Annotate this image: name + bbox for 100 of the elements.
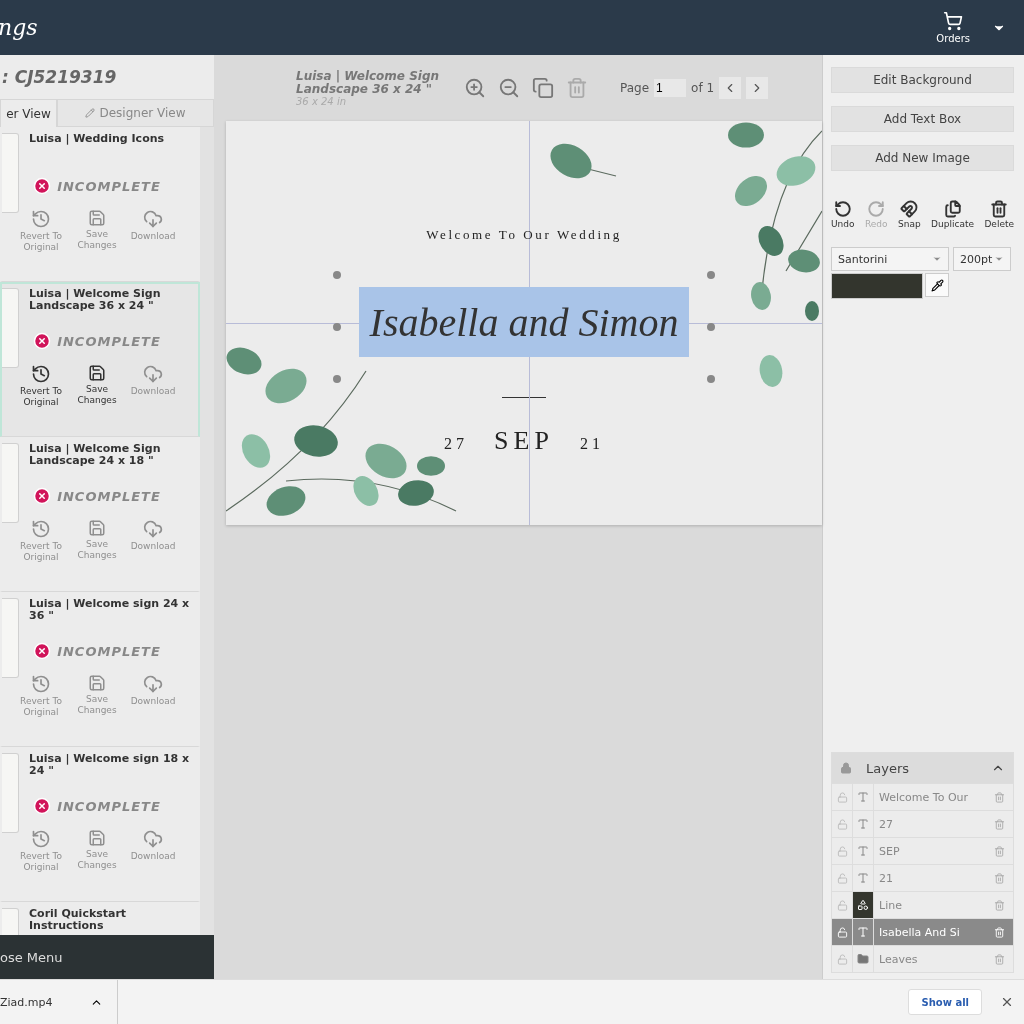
cart-icon [943,11,964,31]
status-label: INCOMPLETE [2,332,192,350]
error-icon [33,177,52,195]
trash-icon [990,200,1009,218]
next-page-button[interactable] [746,77,769,99]
color-swatch[interactable] [831,273,923,299]
product-title: Luisa | Welcome sign 18 x 24 " [29,753,191,779]
undo-icon [833,200,852,218]
panel-button[interactable]: Add Text Box [831,106,1014,132]
eyedropper-icon [930,278,944,292]
show-all-button[interactable]: Show all [908,989,982,1015]
panel-button[interactable]: Edit Background [831,67,1014,93]
trash-icon[interactable] [993,953,1005,965]
error-icon [33,332,52,350]
day-text[interactable]: 27 [444,435,469,453]
delete-button[interactable]: Delete [984,200,1014,229]
download-item[interactable]: Ziad.mp4 [0,980,118,1024]
eyedropper-button[interactable] [925,273,949,297]
magnet-icon [900,200,919,218]
product-card[interactable]: Luisa | Welcome Sign Landscape 36 x 24 " INCOMPLETE Revert To Original Save Changes Download [0,282,200,437]
view-tab[interactable]: er View [0,99,57,127]
text-layer-icon [857,845,869,857]
page-label: Page [620,81,650,95]
unlock-icon[interactable] [836,926,848,938]
status-label: INCOMPLETE [2,177,192,195]
design-title: Luisa | Welcome Sign Landscape 36 x 24 " [296,69,441,96]
status-label: INCOMPLETE [2,487,192,505]
save-icon [88,519,106,537]
duplicate-icon [943,200,962,218]
snap-button[interactable]: Snap [898,200,921,229]
cloud-download-icon [143,829,163,849]
close-icon[interactable] [1000,995,1014,1009]
scrollbar[interactable] [200,127,214,935]
unlock-icon[interactable] [836,845,848,857]
revert-button[interactable]: Revert To Original [15,364,67,408]
resize-handle[interactable] [333,375,341,383]
trash-icon[interactable] [993,926,1005,938]
error-icon [33,642,52,660]
product-title: Luisa | Welcome sign 24 x 36 " [29,598,191,624]
order-id: : CJ5219319 [1,66,118,89]
trash-icon[interactable] [993,818,1005,830]
layers-header[interactable]: Layers [832,753,1013,783]
unlock-icon[interactable] [836,953,848,965]
welcome-text[interactable]: Welcome To Our Wedding [426,227,622,243]
lock-icon [840,762,852,774]
resize-handle[interactable] [707,375,715,383]
save-icon [88,364,106,382]
logo[interactable]: ngs [0,15,38,40]
resize-handle[interactable] [707,271,715,279]
font-select[interactable]: Santorini [831,247,949,271]
trash-icon[interactable] [993,845,1005,857]
font-size-select[interactable]: 200pt [953,247,1011,271]
save-button[interactable]: Save Changes [71,364,123,408]
layers-title: Layers [866,760,911,776]
revert-icon [31,829,51,849]
resize-handle[interactable] [333,271,341,279]
zoom-in-icon[interactable] [464,77,486,99]
caret-icon [994,254,1004,264]
panel-button[interactable]: Add New Image [831,145,1014,171]
product-title: Luisa | Wedding Icons [29,133,165,147]
unlock-icon[interactable] [836,872,848,884]
previous-page-button[interactable] [719,77,742,99]
save-icon [88,209,106,227]
shapes-icon [857,899,869,911]
undo-button[interactable]: Undo [831,200,855,229]
unlock-icon[interactable] [836,899,848,911]
resize-handle[interactable] [707,323,715,331]
folder-icon [857,953,869,965]
pencil-icon [85,108,96,118]
month-text[interactable]: SEP [494,426,554,456]
error-icon [33,487,52,505]
orders-button[interactable]: Orders [936,11,970,44]
cloud-download-icon [143,364,163,384]
unlock-icon[interactable] [836,791,848,803]
names-text[interactable]: Isabella and Simon [359,287,689,357]
product-title: Coril Quickstart Instructions [29,908,128,934]
resize-handle[interactable] [333,323,341,331]
product-title: Luisa | Welcome Sign Landscape 24 x 18 " [29,443,162,469]
trash-icon[interactable] [993,872,1005,884]
text-layer-icon [857,872,869,884]
duplicate-button[interactable]: Duplicate [931,200,974,229]
close-menu-button[interactable]: ose Menu [0,935,214,979]
cloud-download-icon [143,209,163,229]
error-icon [33,797,52,815]
text-layer-icon [857,791,869,803]
revert-icon [31,519,51,539]
unlock-icon[interactable] [836,818,848,830]
revert-icon [31,674,51,694]
zoom-out-icon[interactable] [498,77,520,99]
trash-icon[interactable] [993,899,1005,911]
save-icon [88,829,106,847]
trash-icon[interactable] [993,791,1005,803]
save-icon [88,674,106,692]
file-name: Ziad.mp4 [0,995,53,1009]
text-layer-icon [857,818,869,830]
page-field[interactable]: 1 [654,79,687,97]
page-total: of 1 [691,81,715,95]
year-text[interactable]: 21 [579,435,604,453]
redo-icon [867,200,886,218]
copy-icon[interactable] [532,77,554,99]
